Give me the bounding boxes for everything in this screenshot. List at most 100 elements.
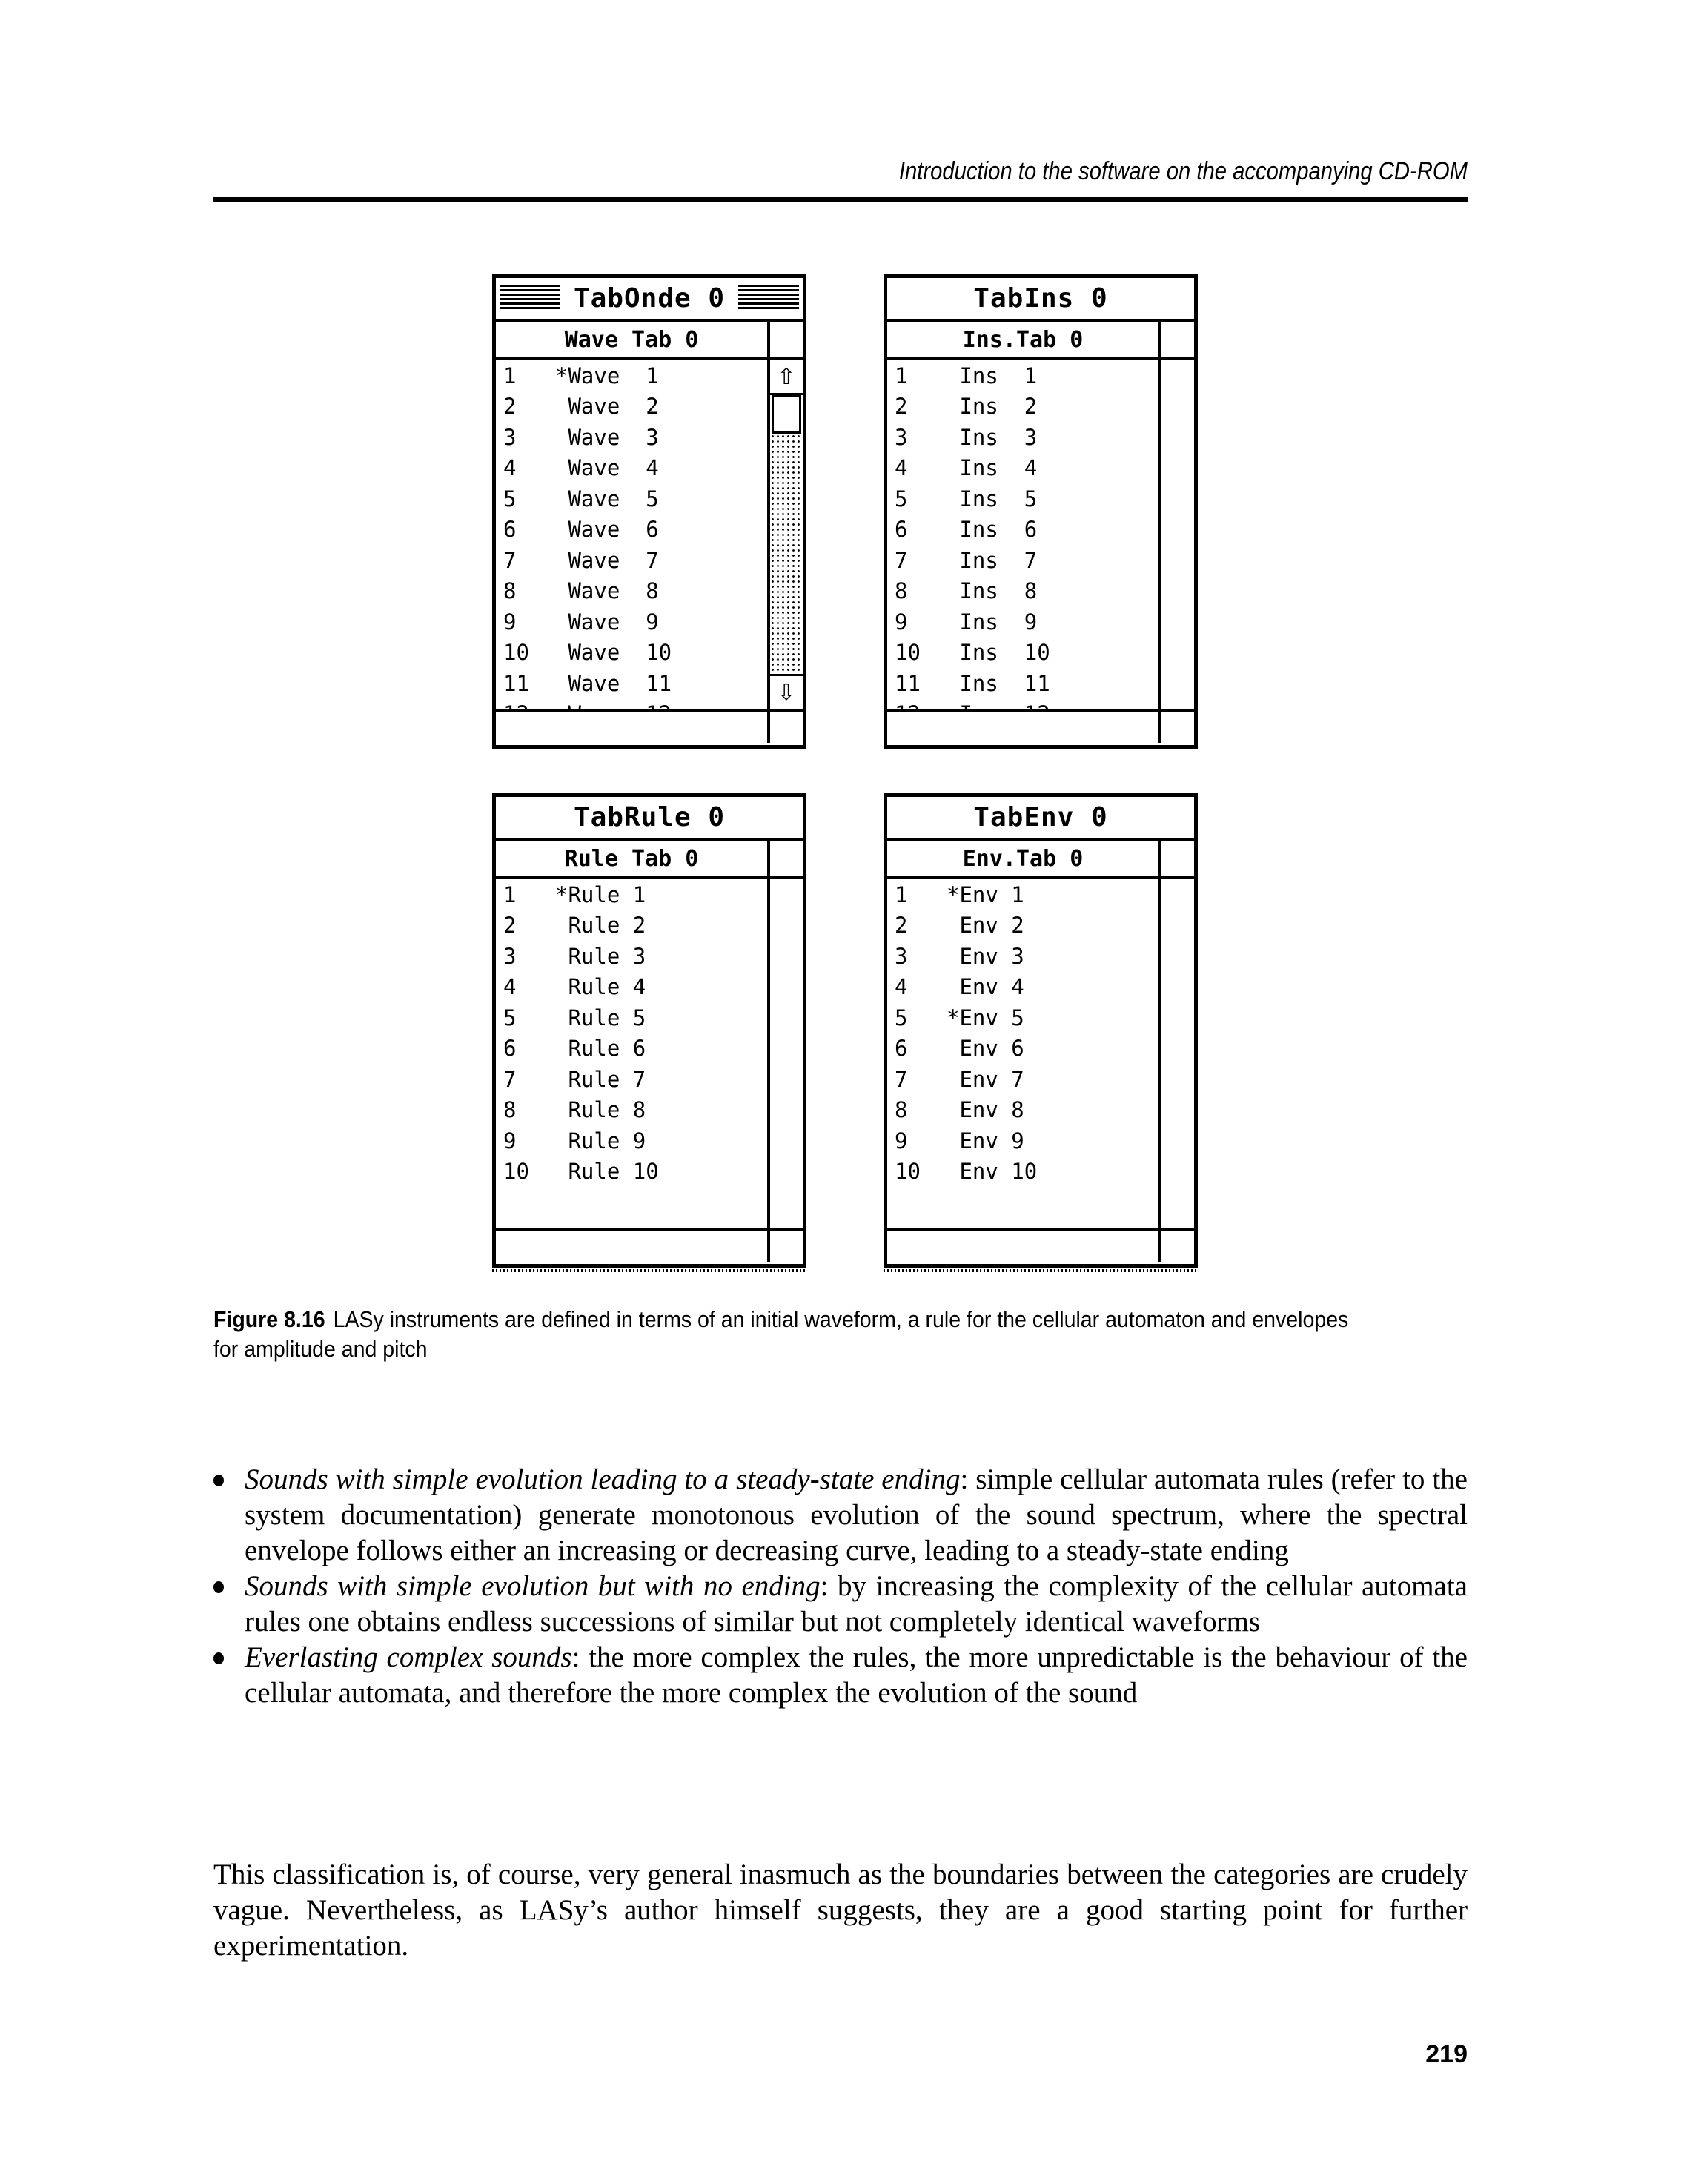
scrollbar-track[interactable] <box>1161 879 1194 1228</box>
window-title-bar[interactable]: TabOnde 0 <box>496 278 803 322</box>
row-index: 10 <box>895 1159 921 1185</box>
list-column: Ins.Tab 0 1 Ins 12 Ins 23 Ins 34 Ins 45 … <box>887 322 1161 743</box>
env-row[interactable]: 9 Env 9 <box>887 1125 1158 1156</box>
column-header: Ins.Tab 0 <box>887 322 1158 360</box>
scrollbar-track[interactable] <box>770 879 803 1228</box>
row-index: 8 <box>895 578 908 604</box>
wave-row[interactable]: 1 *Wave 1 <box>496 360 767 391</box>
rule-row[interactable]: 7 Rule 7 <box>496 1064 767 1095</box>
env-row[interactable]: 5 *Env 5 <box>887 1002 1158 1033</box>
env-row[interactable]: 1 *Env 1 <box>887 879 1158 910</box>
row-index: 7 <box>503 547 517 573</box>
scroll-track-pattern[interactable] <box>770 434 803 674</box>
row-name: Ins 7 <box>947 547 1038 573</box>
scrollbar-track[interactable] <box>1161 360 1194 709</box>
rule-row[interactable]: 10 Rule 10 <box>496 1156 767 1188</box>
bullet-item: Sounds with simple evolution leading to … <box>213 1462 1468 1569</box>
window-title-bar[interactable]: TabRule 0 <box>496 797 803 841</box>
window-shadow-dots <box>492 1269 806 1272</box>
row-name: Wave 4 <box>555 455 659 481</box>
rule-row[interactable]: 1 *Rule 1 <box>496 879 767 910</box>
rule-row[interactable]: 3 Rule 3 <box>496 941 767 972</box>
title-bar-stripes <box>500 285 560 311</box>
window-title-bar[interactable]: TabIns 0 <box>887 278 1194 322</box>
wave-row[interactable]: 3 Wave 3 <box>496 422 767 453</box>
ins-row[interactable]: 11 Ins 11 <box>887 668 1158 699</box>
wave-row[interactable]: 12 Wave 12 <box>496 699 767 709</box>
env-row[interactable]: 4 Env 4 <box>887 972 1158 1003</box>
ins-row[interactable]: 2 Ins 2 <box>887 391 1158 423</box>
env-row[interactable]: 7 Env 7 <box>887 1064 1158 1095</box>
rule-row[interactable]: 8 Rule 8 <box>496 1095 767 1126</box>
column-header: Env.Tab 0 <box>887 841 1158 879</box>
column-header: Rule Tab 0 <box>496 841 767 879</box>
window-title: TabEnv 0 <box>964 802 1117 833</box>
ins-row[interactable]: 10 Ins 10 <box>887 638 1158 669</box>
list-footer <box>496 709 767 743</box>
ins-row[interactable]: 9 Ins 9 <box>887 606 1158 638</box>
wave-row[interactable]: 2 Wave 2 <box>496 391 767 423</box>
ins-row[interactable]: 7 Ins 7 <box>887 545 1158 576</box>
scrollbar[interactable] <box>770 841 803 1262</box>
row-name: Ins 11 <box>947 670 1050 696</box>
row-index: 2 <box>503 913 517 939</box>
ins-row[interactable]: 8 Ins 8 <box>887 576 1158 607</box>
window-title-bar[interactable]: TabEnv 0 <box>887 797 1194 841</box>
env-row[interactable]: 10 Env 10 <box>887 1156 1158 1188</box>
scrollbar[interactable] <box>1161 841 1194 1262</box>
rule-row[interactable]: 2 Rule 2 <box>496 910 767 942</box>
row-name: Wave 8 <box>555 578 659 604</box>
wave-row[interactable]: 11 Wave 11 <box>496 668 767 699</box>
ins-row[interactable]: 3 Ins 3 <box>887 422 1158 453</box>
wave-row[interactable]: 4 Wave 4 <box>496 453 767 484</box>
window-body: Env.Tab 0 1 *Env 12 Env 23 Env 34 Env 4 5 *… <box>887 841 1194 1262</box>
env-row[interactable]: 3 Env 3 <box>887 941 1158 972</box>
row-name: Rule 9 <box>555 1128 646 1154</box>
wave-row[interactable]: 10 Wave 10 <box>496 638 767 669</box>
row-index: 2 <box>895 913 908 939</box>
scroll-up-arrow-icon[interactable]: ⇧ <box>770 360 803 395</box>
env-row[interactable]: 6 Env 6 <box>887 1033 1158 1065</box>
scrollbar[interactable]: ⇧ ⇩ <box>770 322 803 743</box>
running-head: Introduction to the software on the acco… <box>898 157 1468 185</box>
scrollbar[interactable] <box>1161 322 1194 743</box>
ins-row[interactable]: 12 Ins 12 <box>887 699 1158 709</box>
scroll-down-arrow-icon[interactable]: ⇩ <box>770 674 803 709</box>
ins-row[interactable]: 4 Ins 4 <box>887 453 1158 484</box>
env-row[interactable]: 8 Env 8 <box>887 1095 1158 1126</box>
row-name: Env 2 <box>947 913 1024 939</box>
row-index: 2 <box>895 394 908 420</box>
ins-row[interactable]: 6 Ins 6 <box>887 514 1158 546</box>
window-tabonde: TabOnde 0 Wave Tab 0 1 *Wave 12 Wave 23 W… <box>492 274 806 749</box>
wave-row[interactable]: 5 Wave 5 <box>496 483 767 514</box>
env-row[interactable]: 2 Env 2 <box>887 910 1158 942</box>
rule-row[interactable]: 4 Rule 4 <box>496 972 767 1003</box>
wave-row[interactable]: 9 Wave 9 <box>496 606 767 638</box>
window-title: TabOnde 0 <box>564 283 735 314</box>
ins-row[interactable]: 1 Ins 1 <box>887 360 1158 391</box>
row-name: Env 10 <box>947 1159 1038 1185</box>
list-column: Rule Tab 0 1 *Rule 12 Rule 23 Rule 34 Rul… <box>496 841 770 1262</box>
ins-row[interactable]: 5 Ins 5 <box>887 483 1158 514</box>
scrollbar-track[interactable]: ⇧ ⇩ <box>770 360 803 709</box>
row-index: 1 <box>503 363 517 388</box>
rule-row[interactable]: 5 Rule 5 <box>496 1002 767 1033</box>
row-name: Ins 10 <box>947 640 1050 666</box>
scroll-thumb[interactable] <box>772 395 801 434</box>
row-name: Ins 5 <box>947 486 1038 512</box>
row-index: 5 <box>895 486 908 512</box>
row-name: Rule 3 <box>555 943 646 969</box>
wave-row[interactable]: 7 Wave 7 <box>496 545 767 576</box>
wave-row[interactable]: 6 Wave 6 <box>496 514 767 546</box>
row-index: 5 <box>895 1005 908 1030</box>
row-index: 4 <box>895 974 908 1000</box>
row-name: Rule 2 <box>555 913 646 939</box>
rule-row[interactable]: 9 Rule 9 <box>496 1125 767 1156</box>
row-index: 6 <box>895 517 908 543</box>
window-shadow-dots <box>884 1269 1198 1272</box>
row-name: Ins 3 <box>947 424 1038 450</box>
row-index: 6 <box>503 1036 517 1062</box>
row-index: 10 <box>503 640 529 666</box>
wave-row[interactable]: 8 Wave 8 <box>496 576 767 607</box>
rule-row[interactable]: 6 Rule 6 <box>496 1033 767 1065</box>
